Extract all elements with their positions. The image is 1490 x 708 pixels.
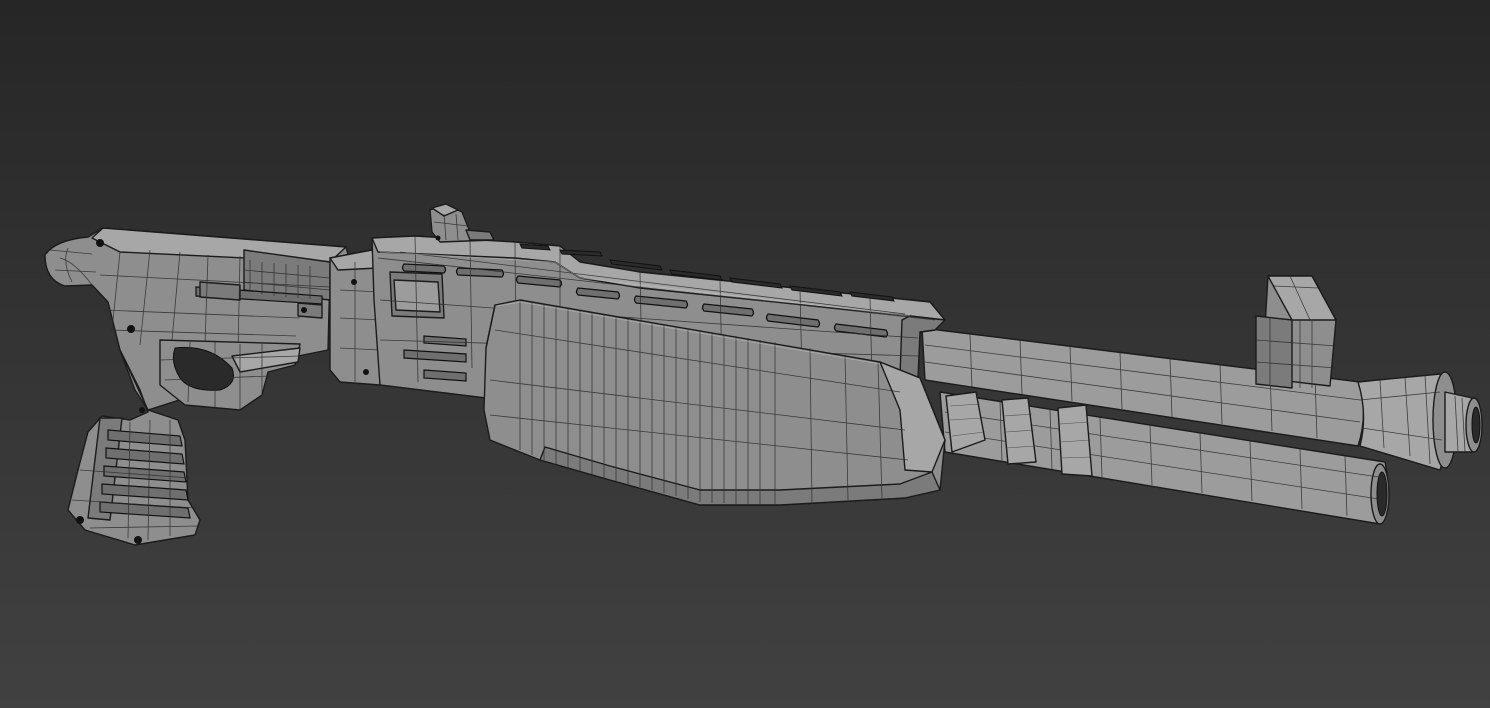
rear-sight[interactable] <box>429 203 495 243</box>
front-sight[interactable] <box>1255 275 1337 389</box>
trigger-guard[interactable] <box>159 339 301 411</box>
3d-viewport[interactable] <box>0 0 1490 708</box>
shotgun-model[interactable] <box>0 0 1490 708</box>
